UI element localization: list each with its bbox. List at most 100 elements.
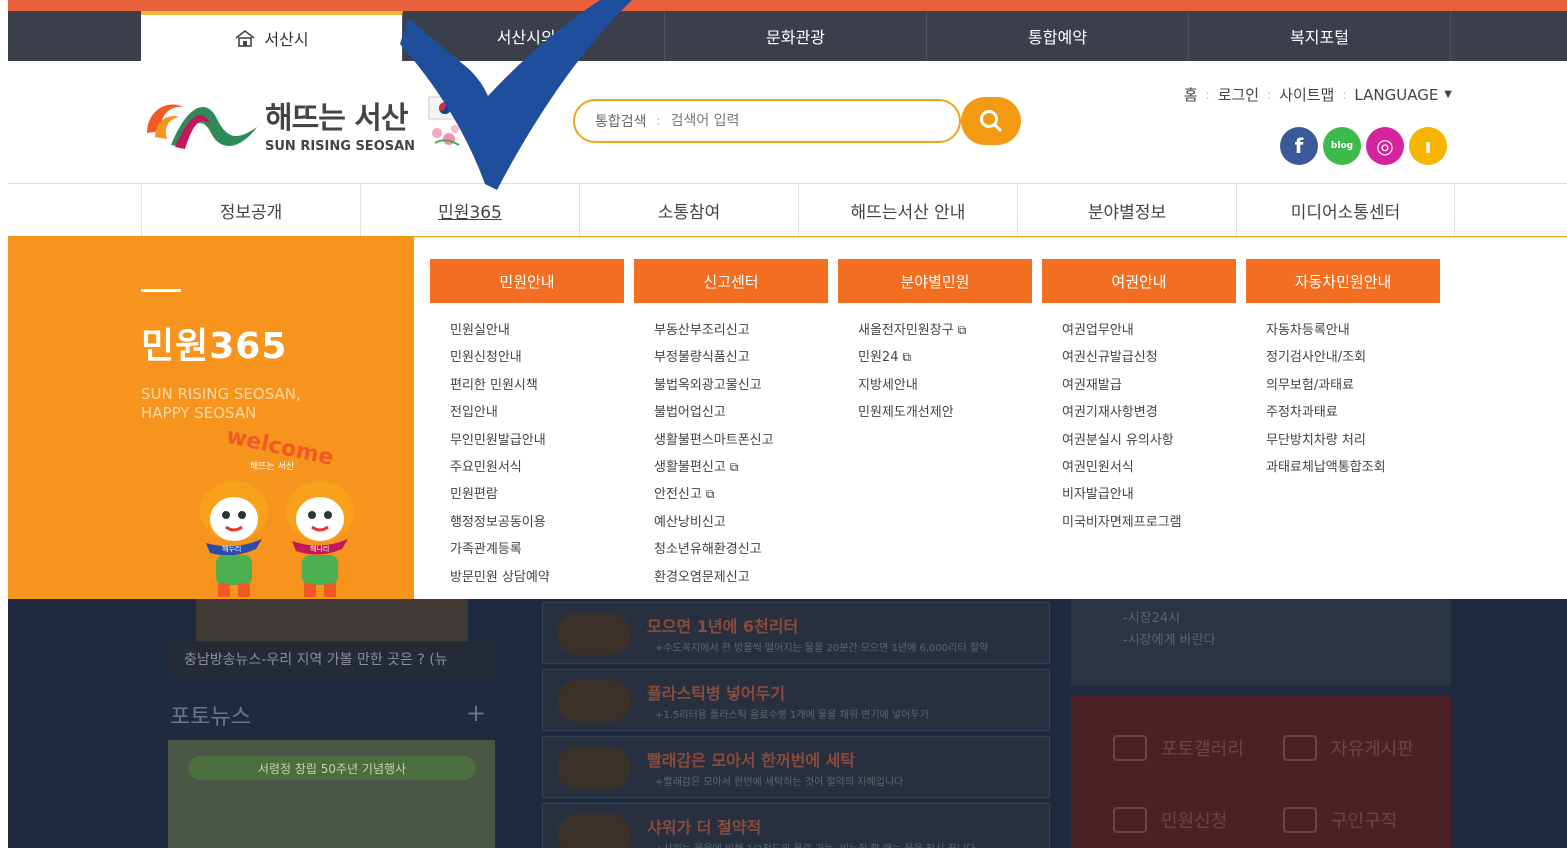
mega-menu-link[interactable]: 여권분실시 유의사항 [1062,427,1236,454]
mega-menu-link-label: 민원24 [858,350,899,366]
quick-link-jobs[interactable]: 구인구직 [1283,807,1397,833]
site-tab-seosan[interactable]: 서산시 [141,11,403,61]
mega-menu-link[interactable]: 민원24 ⧉ [858,344,1032,371]
mega-menu-link[interactable]: 민원제도개선제안 [858,399,1032,426]
site-tab-label: 통합예약 [1028,28,1087,47]
sns-links: f blog ◎ ı [1280,127,1447,165]
photo-news-more-button[interactable]: + [466,699,486,727]
blog-icon[interactable]: blog [1323,127,1361,165]
mega-menu-link[interactable]: 지방세안내 [858,372,1032,399]
water-card[interactable]: 샤워가 더 절약적 +샤워는 물을에 비해 1/3정도의 물로 가능, 비누칠 할… [542,803,1050,848]
mega-menu-link[interactable]: 가족관계등록 [450,536,624,563]
column-header-button[interactable]: 자동차민원안내 [1246,259,1440,303]
site-tab-reservation[interactable]: 통합예약 [927,11,1189,61]
mega-menu-link-label: 전입안내 [450,405,498,421]
language-dropdown[interactable]: LANGUAGE [1354,86,1438,104]
instagram-glyph: ◎ [1376,134,1394,158]
column-header-button[interactable]: 민원안내 [430,259,624,303]
sitemap-link[interactable]: 사이트맵 [1279,84,1334,105]
search-icon [980,110,1002,132]
mega-menu-link[interactable]: 무단방치차량 처리 [1266,427,1440,454]
mega-menu-link-label: 주정차과태료 [1266,405,1338,421]
card-title: 모으면 1년에 6천리터 [647,617,799,636]
gnb-item-participation[interactable]: 소통참여 [579,184,798,236]
mega-menu-link[interactable]: 전입안내 [450,399,624,426]
mega-menu-link[interactable]: 주요민원서식 [450,454,624,481]
quick-link-photo-gallery[interactable]: 포토갤러리 [1113,735,1244,761]
water-card[interactable]: 빨래감은 모아서 한꺼번에 세탁 +빨래감은 모아서 한번에 세탁하는 것이 절약… [542,736,1050,798]
gnb-item-about[interactable]: 해뜨는서산 안내 [798,184,1017,236]
photo-news-image[interactable]: 서령정 창립 50주년 기념행사 [168,740,495,848]
mega-menu-link[interactable]: 불법옥외광고물신고 [654,372,828,399]
mega-menu-link[interactable]: 새올전자민원창구 ⧉ [858,317,1032,344]
login-link[interactable]: 로그인 [1218,84,1259,105]
mega-menu-link[interactable]: 민원편람 [450,481,624,508]
mega-menu-link[interactable]: 편리한 민원시책 [450,372,624,399]
site-tab-culture[interactable]: 문화관광 [665,11,927,61]
column-header-button[interactable]: 여권안내 [1042,259,1236,303]
mega-menu-link[interactable]: 안전신고 ⧉ [654,481,828,508]
mega-menu-link[interactable]: 행정정보공동이용 [450,509,624,536]
column-header-button[interactable]: 신고센터 [634,259,828,303]
mega-menu-link-label: 정기검사안내/조회 [1266,350,1367,366]
mega-menu-link[interactable]: 부동산부조리신고 [654,317,828,344]
mega-menu-link[interactable]: 예산낭비신고 [654,509,828,536]
quick-link-label: 구인구직 [1331,811,1398,832]
mega-menu-link[interactable]: 여권민원서식 [1062,454,1236,481]
gnb-item-civil365[interactable]: 민원365 [360,184,579,236]
gnb-item-media[interactable]: 미디어소통센터 [1236,184,1455,236]
water-card[interactable]: 모으면 1년에 6천리터 +수도꼭지에서 한 방울씩 떨어지는 물을 20분간 모… [542,602,1050,664]
mega-menu-link-label: 미국비자면제프로그램 [1062,514,1182,530]
instagram-icon[interactable]: ◎ [1366,127,1404,165]
mega-menu-link[interactable]: 정기검사안내/조회 [1266,344,1440,371]
gnb-item-info[interactable]: 정보공개 [141,184,360,236]
mascot-right-name: 해나리 [310,544,329,553]
water-card[interactable]: 플라스틱병 넣어두기 +1.5리터용 플라스틱 음료수병 1개에 물을 채워 변기… [542,669,1050,731]
facebook-icon[interactable]: f [1280,127,1318,165]
mega-menu-link[interactable]: 여권신규발급신청 [1062,344,1236,371]
mega-menu-link[interactable]: 민원실안내 [450,317,624,344]
mega-menu-link[interactable]: 미국비자면제프로그램 [1062,509,1236,536]
mega-menu-link[interactable]: 환경오염문제신고 [654,564,828,591]
quick-link-free-board[interactable]: 자유게시판 [1283,735,1414,761]
video-thumbnail[interactable] [196,599,468,641]
quick-links-box: 포토갤러리 자유게시판 민원신청 구인구직 [1071,695,1451,848]
mayor-link[interactable]: -시장24시 [1123,607,1180,626]
column-header-button[interactable]: 분야별민원 [838,259,1032,303]
quick-link-civil-request[interactable]: 민원신청 [1113,807,1227,833]
mega-menu-link[interactable]: 주정차과태료 [1266,399,1440,426]
mega-menu-link[interactable]: 생활불편스마트폰신고 [654,427,828,454]
new-window-icon: ⧉ [902,350,912,365]
mega-menu-link[interactable]: 비자발급안내 [1062,481,1236,508]
mega-menu-link[interactable]: 자동차등록안내 [1266,317,1440,344]
mega-menu-link-label: 여권분실시 유의사항 [1062,432,1174,448]
mega-menu-link[interactable]: 무인민원발급안내 [450,427,624,454]
mega-menu-link-label: 여권기재사항변경 [1062,405,1158,421]
kakao-story-icon[interactable]: ı [1409,127,1447,165]
mega-menu: 민원365 SUN RISING SEOSAN, HAPPY SEOSAN we… [8,237,1567,599]
mega-menu-link[interactable]: 불법어업신고 [654,399,828,426]
mega-menu-link[interactable]: 생활불편신고 ⧉ [654,454,828,481]
mega-menu-link[interactable]: 여권재발급 [1062,372,1236,399]
site-tab-council[interactable]: 서산시의회 [403,11,665,61]
mega-menu-link-label: 비자발급안내 [1062,487,1134,503]
mascot-left-name: 해누리 [222,544,241,553]
search-input[interactable] [670,113,911,129]
site-logo[interactable]: 해뜨는 서산 SUN RISING SEOSAN [141,89,465,157]
home-link[interactable]: 홈 [1184,84,1198,105]
site-tab-welfare[interactable]: 복지포털 [1189,11,1451,61]
mega-menu-link[interactable]: 청소년유해환경신고 [654,536,828,563]
mega-menu-link[interactable]: 민원신청안내 [450,344,624,371]
mega-menu-link-label: 안전신고 [654,487,702,503]
mayor-link[interactable]: -시장에게 바란다 [1123,629,1216,648]
mega-menu-link[interactable]: 의무보험/과태료 [1266,372,1440,399]
gnb-item-fields[interactable]: 분야별정보 [1017,184,1236,236]
mega-menu-link[interactable]: 과태료체납액통합조회 [1266,454,1440,481]
mega-menu-link[interactable]: 부정불량식품신고 [654,344,828,371]
news-caption[interactable]: 충남방송뉴스-우리 지역 가볼 만한 곳은 ? (뉴 [168,641,496,677]
search-button[interactable] [961,97,1021,145]
mega-menu-link[interactable]: 여권기재사항변경 [1062,399,1236,426]
mega-menu-link[interactable]: 방문민원 상담예약 [450,564,624,591]
mega-menu-link[interactable]: 여권업무안내 [1062,317,1236,344]
mega-menu-link-label: 자동차등록안내 [1266,323,1350,338]
